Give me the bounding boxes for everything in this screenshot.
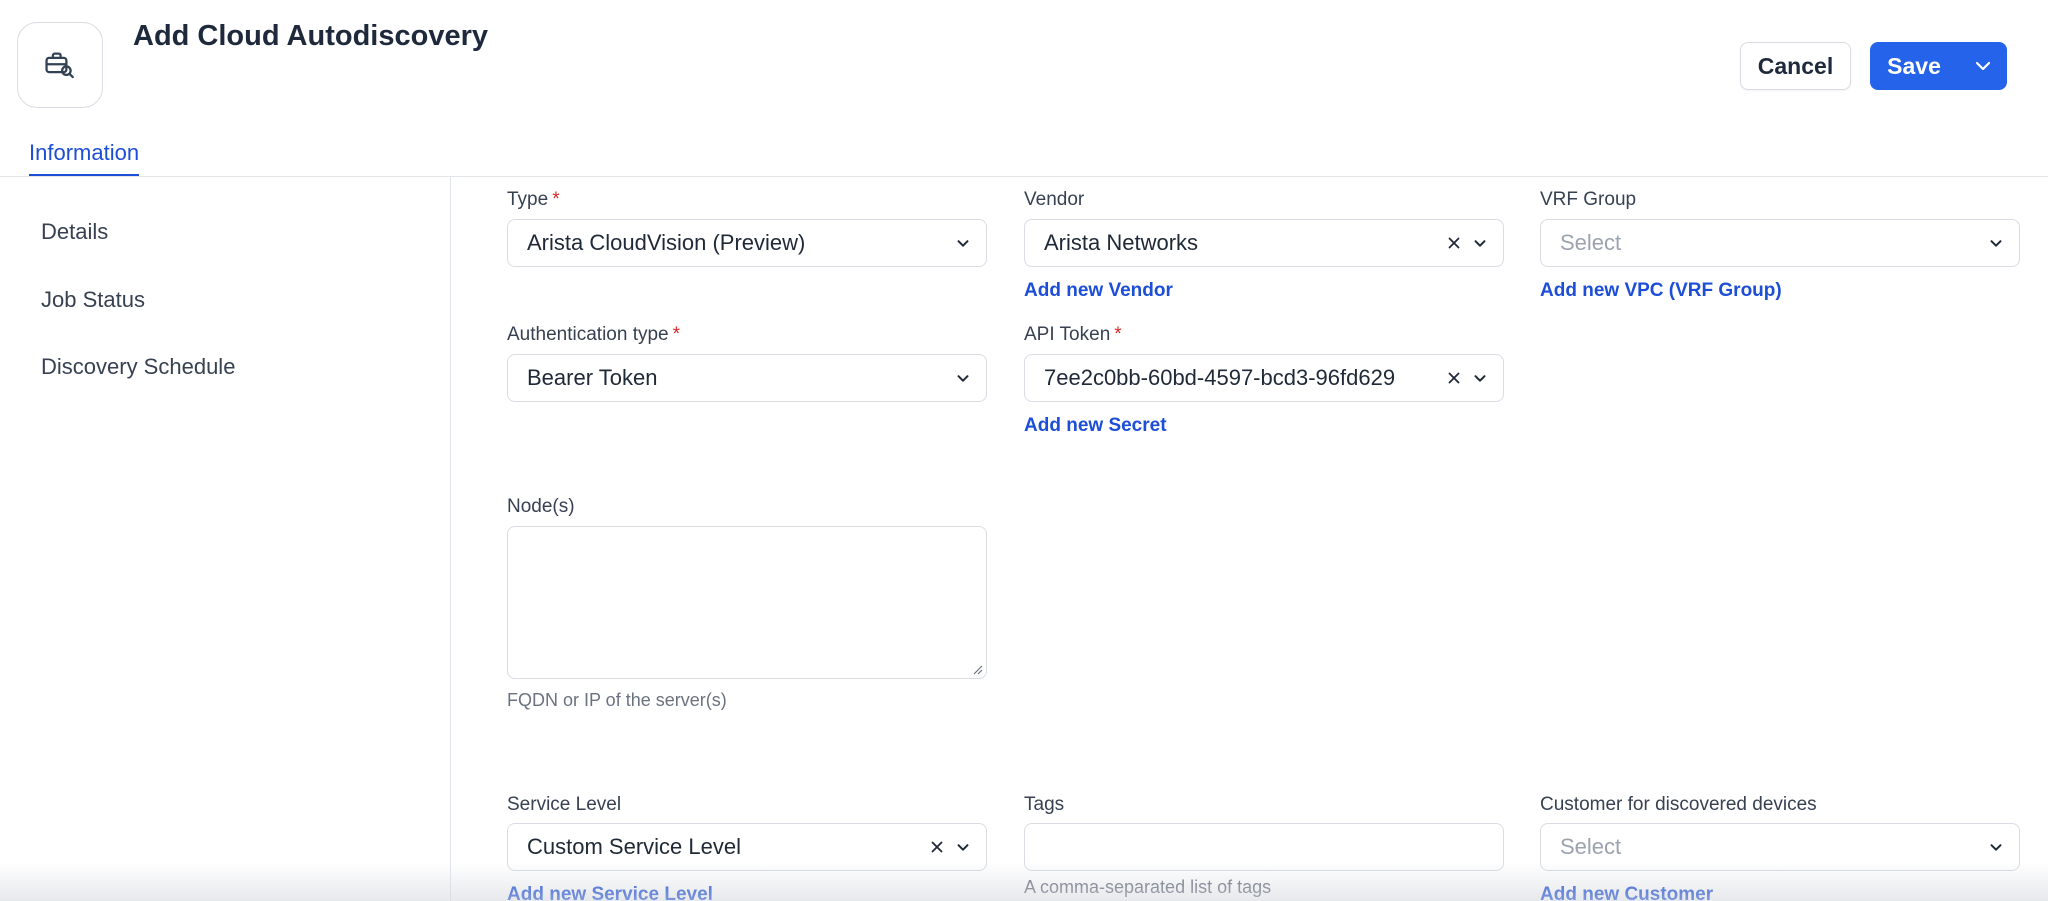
sidebar: Details Job Status Discovery Schedule xyxy=(0,177,451,901)
chevron-down-icon xyxy=(1474,240,1486,247)
nodes-textarea[interactable] xyxy=(507,526,987,679)
service-level-label: Service Level xyxy=(507,794,622,815)
tab-information[interactable]: Information xyxy=(29,140,140,177)
add-new-vpc-link[interactable]: Add new VPC (VRF Group) xyxy=(1540,280,1782,302)
tags-input[interactable] xyxy=(1024,823,1504,871)
service-level-select[interactable]: Custom Service Level xyxy=(507,823,987,871)
page-title: Add Cloud Autodiscovery xyxy=(133,20,488,52)
vendor-label: Vendor xyxy=(1024,189,1085,210)
resize-grip-icon[interactable] xyxy=(971,663,983,675)
tags-label: Tags xyxy=(1024,794,1065,815)
auth-type-label: Authentication type * xyxy=(507,324,681,345)
save-button-group[interactable]: Save xyxy=(1870,42,2007,90)
vrf-group-placeholder: Select xyxy=(1560,230,1622,255)
nodes-help-text: FQDN or IP of the server(s) xyxy=(507,690,727,710)
sidebar-item-details[interactable]: Details xyxy=(41,219,108,245)
vrf-group-label: VRF Group xyxy=(1540,189,1637,210)
chevron-down-icon xyxy=(1975,61,1990,71)
vendor-value: Arista Networks xyxy=(1044,230,1199,255)
clear-icon[interactable] xyxy=(928,838,946,856)
briefcase-search-icon xyxy=(45,52,74,79)
customer-select[interactable]: Select xyxy=(1540,823,2020,871)
service-level-value: Custom Service Level xyxy=(527,834,741,859)
chevron-down-icon xyxy=(1990,240,2002,247)
chevron-down-icon xyxy=(1990,844,2002,851)
customer-label: Customer for discovered devices xyxy=(1540,794,1817,815)
type-value: Arista CloudVision (Preview) xyxy=(527,230,806,255)
api-token-select[interactable]: 7ee2c0bb-60bd-4597-bcd3-96fd629 xyxy=(1024,354,1504,402)
type-label: Type * xyxy=(507,189,560,210)
vrf-group-select[interactable]: Select xyxy=(1540,219,2020,267)
auth-type-select[interactable]: Bearer Token xyxy=(507,354,987,402)
clear-icon[interactable] xyxy=(1445,234,1463,252)
chevron-down-icon xyxy=(1474,375,1486,382)
add-new-secret-link[interactable]: Add new Secret xyxy=(1024,415,1167,437)
type-select[interactable]: Arista CloudVision (Preview) xyxy=(507,219,987,267)
sidebar-item-job-status[interactable]: Job Status xyxy=(41,287,145,313)
cancel-button[interactable]: Cancel xyxy=(1740,42,1851,90)
customer-placeholder: Select xyxy=(1560,834,1622,859)
add-new-service-level-link[interactable]: Add new Service Level xyxy=(507,884,713,901)
vendor-select[interactable]: Arista Networks xyxy=(1024,219,1504,267)
clear-icon[interactable] xyxy=(1445,369,1463,387)
save-options-button[interactable] xyxy=(1958,42,2007,90)
add-new-customer-link[interactable]: Add new Customer xyxy=(1540,884,1713,901)
auth-type-value: Bearer Token xyxy=(527,365,658,390)
nodes-label: Node(s) xyxy=(507,496,575,517)
add-new-vendor-link[interactable]: Add new Vendor xyxy=(1024,280,1173,302)
tags-help-text: A comma-separated list of tags xyxy=(1024,877,1272,897)
api-token-value: 7ee2c0bb-60bd-4597-bcd3-96fd629 xyxy=(1044,365,1396,390)
chevron-down-icon xyxy=(957,844,969,851)
chevron-down-icon xyxy=(957,375,969,382)
chevron-down-icon xyxy=(957,240,969,247)
app-icon xyxy=(17,22,103,108)
api-token-label: API Token * xyxy=(1024,324,1122,345)
save-button[interactable]: Save xyxy=(1870,42,1958,90)
sidebar-item-discovery-schedule[interactable]: Discovery Schedule xyxy=(41,354,235,380)
